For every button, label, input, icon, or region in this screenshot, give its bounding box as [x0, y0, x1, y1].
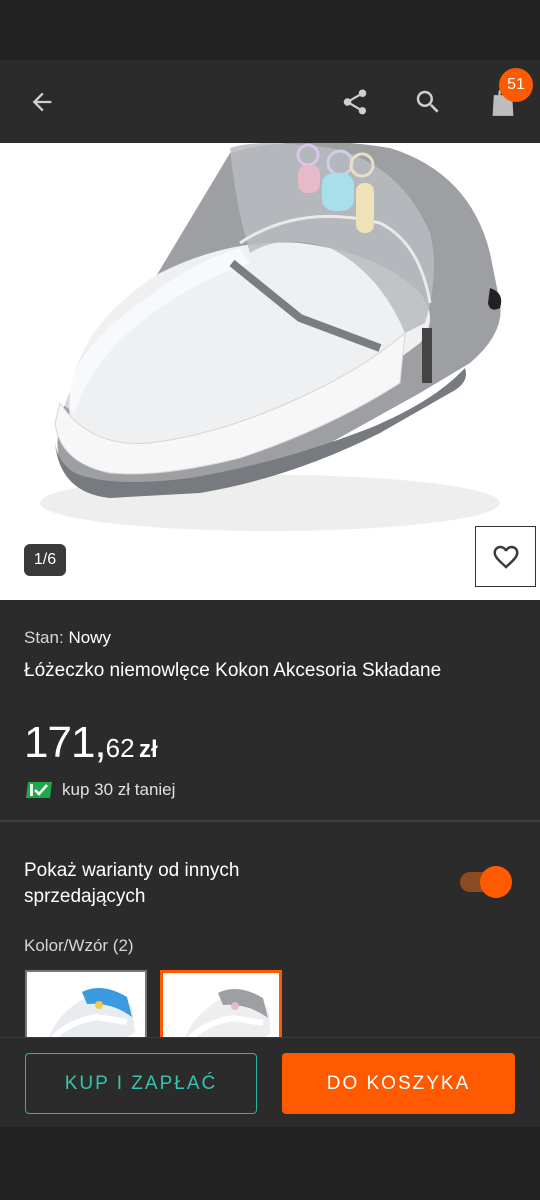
status-bar — [0, 0, 540, 60]
variant-swatch-blue[interactable] — [25, 970, 147, 1037]
condition-value: Nowy — [68, 628, 111, 647]
cart-count-badge: 51 — [499, 68, 533, 102]
top-app-bar — [0, 60, 540, 143]
variants-section: Pokaż warianty od innych sprzedających K… — [0, 822, 540, 1037]
smart-discount-text: kup 30 zł taniej — [62, 780, 176, 799]
smart-discount[interactable]: kup 30 zł taniej — [24, 780, 175, 800]
search-icon — [416, 90, 439, 113]
price-currency: zł — [139, 736, 158, 763]
image-counter: 1/6 — [24, 544, 66, 576]
smart-ticket-icon — [26, 782, 52, 798]
heart-icon — [493, 545, 518, 569]
back-button[interactable] — [20, 80, 64, 124]
wishlist-button[interactable] — [475, 526, 536, 587]
other-sellers-toggle[interactable] — [460, 866, 512, 898]
bottom-action-bar: KUP I ZAPŁAĆ DO KOSZYKA — [0, 1037, 540, 1127]
search-button[interactable] — [406, 80, 450, 124]
arrow-left-icon — [32, 92, 52, 112]
share-button[interactable] — [333, 80, 377, 124]
condition-label: Stan: — [24, 628, 64, 647]
buy-now-button[interactable]: KUP I ZAPŁAĆ — [25, 1053, 257, 1114]
price-integer: 171, — [24, 718, 107, 767]
condition: Stan: Nowy — [24, 628, 111, 648]
product-image-gallery[interactable]: 1/6 — [0, 143, 540, 600]
product-price: 171,62 zł — [24, 718, 158, 768]
share-icon — [343, 89, 367, 115]
variant-thumbnail-gray — [163, 973, 279, 1037]
color-pattern-label: Kolor/Wzór (2) — [24, 936, 134, 955]
product-image — [0, 143, 540, 600]
product-info: Stan: Nowy Łóżeczko niemowlęce Kokon Akc… — [0, 600, 540, 820]
add-to-cart-button[interactable]: DO KOSZYKA — [282, 1053, 515, 1114]
toggle-knob — [480, 866, 512, 898]
system-navigation-area — [0, 1127, 540, 1200]
variant-swatch-gray[interactable] — [160, 970, 282, 1037]
variant-thumbnail-blue — [27, 972, 145, 1037]
price-decimal: 62 — [105, 733, 135, 763]
product-title: Łóżeczko niemowlęce Kokon Akcesoria Skła… — [24, 660, 442, 681]
other-sellers-toggle-label: Pokaż warianty od innych sprzedających — [24, 860, 240, 907]
